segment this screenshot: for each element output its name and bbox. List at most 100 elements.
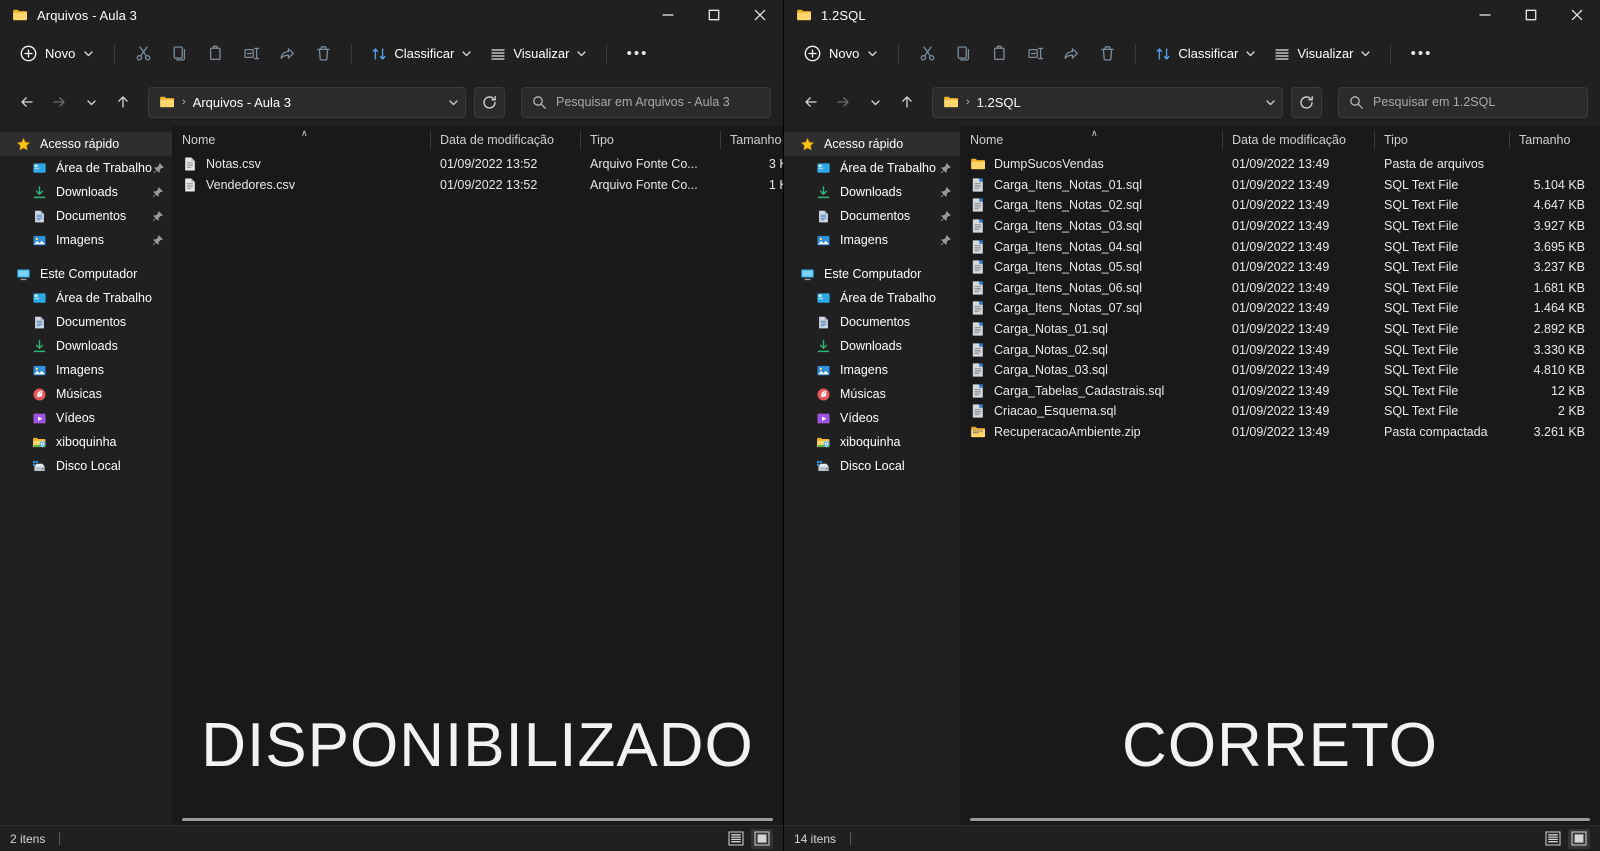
table-row[interactable]: Carga_Itens_Notas_01.sql 01/09/2022 13:49… bbox=[960, 175, 1600, 196]
column-header-tipo[interactable]: Tipo bbox=[1374, 126, 1509, 154]
sidebar-item-videos[interactable]: Vídeos bbox=[0, 406, 172, 430]
sidebar-item-downloads[interactable]: Downloads bbox=[784, 180, 960, 204]
paste-button[interactable] bbox=[981, 38, 1017, 70]
table-row[interactable]: Carga_Itens_Notas_04.sql 01/09/2022 13:49… bbox=[960, 236, 1600, 257]
up-button[interactable] bbox=[892, 87, 922, 117]
back-button[interactable] bbox=[796, 87, 826, 117]
forward-button[interactable] bbox=[44, 87, 74, 117]
sidebar-item-videos[interactable]: Vídeos bbox=[784, 406, 960, 430]
sidebar-item-disco-local[interactable]: Disco Local bbox=[0, 454, 172, 478]
paste-button[interactable] bbox=[197, 38, 233, 70]
refresh-button[interactable] bbox=[474, 86, 505, 118]
column-header-tamanho[interactable]: Tamanho bbox=[1509, 126, 1600, 154]
sidebar-item-disco-local[interactable]: Disco Local bbox=[784, 454, 960, 478]
table-row[interactable]: Carga_Itens_Notas_05.sql 01/09/2022 13:49… bbox=[960, 257, 1600, 278]
column-header-nome[interactable]: Nome ∧ bbox=[960, 126, 1222, 154]
new-button[interactable]: Novo bbox=[798, 38, 888, 70]
table-row[interactable]: Carga_Notas_03.sql 01/09/2022 13:49 SQL Te… bbox=[960, 360, 1600, 381]
pin-icon[interactable] bbox=[939, 234, 952, 247]
pin-icon[interactable] bbox=[939, 186, 952, 199]
table-row[interactable]: Carga_Tabelas_Cadastrais.sql 01/09/2022 1… bbox=[960, 381, 1600, 402]
share-button[interactable] bbox=[269, 38, 305, 70]
breadcrumb-dropdown-icon[interactable] bbox=[1257, 97, 1276, 108]
rename-button[interactable] bbox=[233, 38, 269, 70]
sidebar-item-xiboquinha[interactable]: xiboquinha bbox=[784, 430, 960, 454]
more-options-button[interactable]: ••• bbox=[617, 38, 657, 70]
breadcrumb-dropdown-icon[interactable] bbox=[440, 97, 459, 108]
sidebar-item-imagens[interactable]: Imagens bbox=[0, 228, 172, 252]
sort-button[interactable]: Classificar bbox=[362, 38, 481, 70]
delete-button[interactable] bbox=[305, 38, 341, 70]
table-row[interactable]: Carga_Itens_Notas_06.sql 01/09/2022 13:49… bbox=[960, 278, 1600, 299]
sidebar-item-area-de-trabalho[interactable]: Área de Trabalho bbox=[0, 286, 172, 310]
scrollbar-thumb[interactable] bbox=[970, 817, 1590, 821]
sidebar-item-documentos[interactable]: Documentos bbox=[0, 204, 172, 228]
more-options-button[interactable]: ••• bbox=[1401, 38, 1441, 70]
sidebar-item-acesso-rapido[interactable]: Acesso rápido bbox=[784, 132, 960, 156]
sidebar-item-documentos[interactable]: Documentos bbox=[784, 310, 960, 334]
forward-button[interactable] bbox=[828, 87, 858, 117]
history-dropdown-button[interactable] bbox=[860, 87, 890, 117]
breadcrumb-bar[interactable]: › 1.2SQL bbox=[932, 86, 1283, 118]
rename-button[interactable] bbox=[1017, 38, 1053, 70]
details-view-button[interactable] bbox=[1542, 829, 1564, 849]
table-row[interactable]: Carga_Itens_Notas_02.sql 01/09/2022 13:49… bbox=[960, 195, 1600, 216]
minimize-button[interactable] bbox=[645, 0, 691, 30]
view-button[interactable]: Visualizar bbox=[481, 38, 596, 70]
sidebar-item-downloads[interactable]: Downloads bbox=[784, 334, 960, 358]
copy-button[interactable] bbox=[161, 38, 197, 70]
sidebar-item-documentos[interactable]: Documentos bbox=[784, 204, 960, 228]
horizontal-scrollbar[interactable] bbox=[960, 813, 1600, 825]
sidebar-item-este-computador[interactable]: Este Computador bbox=[784, 262, 960, 286]
cut-button[interactable] bbox=[125, 38, 161, 70]
maximize-button[interactable] bbox=[691, 0, 737, 30]
sidebar-item-area-de-trabalho[interactable]: Área de Trabalho bbox=[0, 156, 172, 180]
column-header-tamanho[interactable]: Tamanho bbox=[720, 126, 783, 154]
sort-button[interactable]: Classificar bbox=[1146, 38, 1265, 70]
sidebar-item-imagens[interactable]: Imagens bbox=[784, 358, 960, 382]
sidebar-item-musicas[interactable]: Músicas bbox=[0, 382, 172, 406]
sidebar-item-musicas[interactable]: Músicas bbox=[784, 382, 960, 406]
close-button[interactable] bbox=[737, 0, 783, 30]
sidebar-item-downloads[interactable]: Downloads bbox=[0, 334, 172, 358]
pin-icon[interactable] bbox=[152, 162, 165, 175]
search-input[interactable]: Pesquisar em Arquivos - Aula 3 bbox=[521, 86, 771, 118]
close-button[interactable] bbox=[1554, 0, 1600, 30]
table-row[interactable]: Carga_Notas_02.sql 01/09/2022 13:49 SQL Te… bbox=[960, 339, 1600, 360]
table-row[interactable]: Carga_Notas_01.sql 01/09/2022 13:49 SQL Te… bbox=[960, 319, 1600, 340]
table-row[interactable]: Carga_Itens_Notas_07.sql 01/09/2022 13:49… bbox=[960, 298, 1600, 319]
back-button[interactable] bbox=[12, 87, 42, 117]
table-row[interactable]: RecuperacaoAmbiente.zip 01/09/2022 13:49 P… bbox=[960, 422, 1600, 443]
share-button[interactable] bbox=[1053, 38, 1089, 70]
up-button[interactable] bbox=[108, 87, 138, 117]
sidebar-item-documentos[interactable]: Documentos bbox=[0, 310, 172, 334]
pin-icon[interactable] bbox=[151, 186, 164, 199]
sidebar-item-area-de-trabalho[interactable]: Área de Trabalho bbox=[784, 156, 960, 180]
table-row[interactable]: DumpSucosVendas 01/09/2022 13:49 Pasta de … bbox=[960, 154, 1600, 175]
maximize-button[interactable] bbox=[1508, 0, 1554, 30]
delete-button[interactable] bbox=[1089, 38, 1125, 70]
column-header-tipo[interactable]: Tipo bbox=[580, 126, 720, 154]
pin-icon[interactable] bbox=[151, 234, 164, 247]
sidebar-item-downloads[interactable]: Downloads bbox=[0, 180, 172, 204]
sidebar-item-este-computador[interactable]: Este Computador bbox=[0, 262, 172, 286]
breadcrumb-bar[interactable]: › Arquivos - Aula 3 bbox=[148, 86, 466, 118]
horizontal-scrollbar[interactable] bbox=[172, 813, 783, 825]
sidebar-item-imagens[interactable]: Imagens bbox=[0, 358, 172, 382]
search-input[interactable]: Pesquisar em 1.2SQL bbox=[1338, 86, 1588, 118]
details-view-button[interactable] bbox=[725, 829, 747, 849]
sidebar-item-imagens[interactable]: Imagens bbox=[784, 228, 960, 252]
copy-button[interactable] bbox=[945, 38, 981, 70]
sidebar-item-area-de-trabalho[interactable]: Área de Trabalho bbox=[784, 286, 960, 310]
history-dropdown-button[interactable] bbox=[76, 87, 106, 117]
sidebar-item-acesso-rapido[interactable]: Acesso rápido bbox=[0, 132, 172, 156]
table-row[interactable]: Vendedores.csv 01/09/2022 13:52 Arquivo Fo… bbox=[172, 175, 783, 196]
sidebar-item-xiboquinha[interactable]: xiboquinha bbox=[0, 430, 172, 454]
table-row[interactable]: Notas.csv 01/09/2022 13:52 Arquivo Fonte C… bbox=[172, 154, 783, 175]
cut-button[interactable] bbox=[909, 38, 945, 70]
view-button[interactable]: Visualizar bbox=[1265, 38, 1380, 70]
pin-icon[interactable] bbox=[151, 210, 164, 223]
pin-icon[interactable] bbox=[939, 210, 952, 223]
column-header-data-de-modificacao[interactable]: Data de modificação bbox=[1222, 126, 1374, 154]
refresh-button[interactable] bbox=[1291, 86, 1322, 118]
